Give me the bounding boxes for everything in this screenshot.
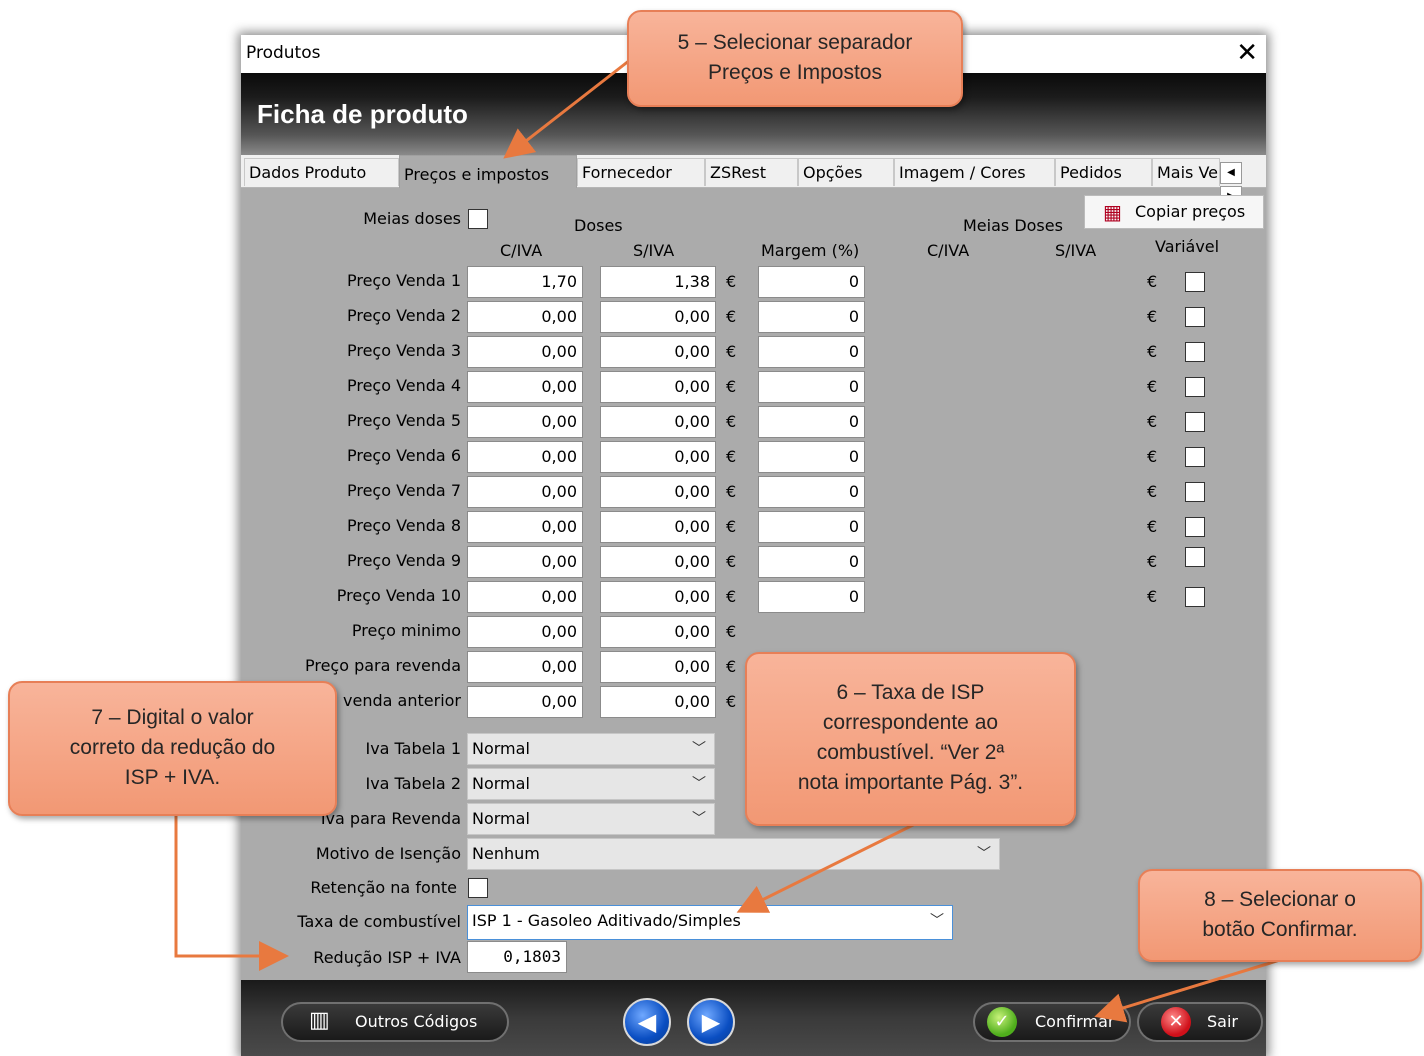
callout-line: ISP + IVA. xyxy=(124,766,221,789)
callout-line: 5 – Selecionar separador xyxy=(677,31,913,54)
callout-line: combustível. “Ver 2ª xyxy=(816,741,1005,764)
callout-line: Preços e Impostos xyxy=(708,61,882,84)
callout-line: nota importante Pág. 3”. xyxy=(797,771,1024,794)
callout-line: 8 – Selecionar o xyxy=(1204,888,1356,911)
callout-line: correto da redução do xyxy=(69,736,276,759)
callout-step-5: 5 – Selecionar separador Preços e Impost… xyxy=(627,10,963,107)
callout-step-8: 8 – Selecionar o botão Confirmar. xyxy=(1138,869,1422,962)
arrow-to-confirmar xyxy=(1094,958,1281,1023)
arrow-to-reducao xyxy=(174,815,289,971)
callout-line: correspondente ao xyxy=(822,711,999,734)
callout-line: 6 – Taxa de ISP xyxy=(836,681,985,704)
callout-step-7: 7 – Digital o valor correto da redução d… xyxy=(8,681,337,816)
callout-line: botão Confirmar. xyxy=(1202,918,1358,941)
arrow-to-tab xyxy=(503,58,631,159)
callout-line: 7 – Digital o valor xyxy=(91,706,254,729)
arrow-to-combustivel xyxy=(736,822,916,913)
callout-step-6: 6 – Taxa de ISP correspondente ao combus… xyxy=(745,652,1076,826)
